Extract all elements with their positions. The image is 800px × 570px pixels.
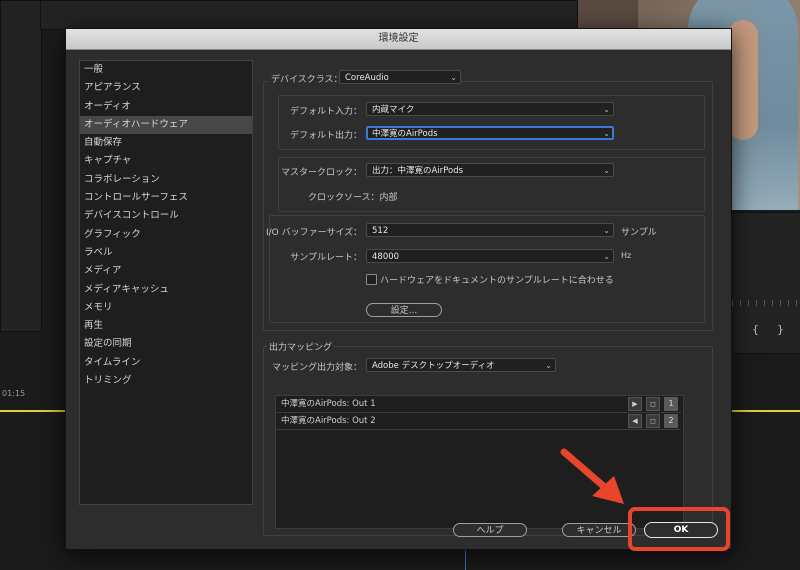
device-class-label: デバイスクラス：: [269, 72, 345, 85]
sidebar-item[interactable]: トリミング: [80, 372, 252, 390]
sidebar-item[interactable]: メディア: [80, 262, 252, 280]
buffer-unit-label: サンプル: [621, 228, 657, 238]
device-settings-button[interactable]: 設定...: [366, 303, 442, 317]
match-sample-rate-checkbox[interactable]: [366, 274, 377, 285]
mapping-row[interactable]: 中澤寛のAirPods: Out 1 ▶ ◻ 1: [276, 396, 681, 413]
sidebar-item[interactable]: デバイスコントロール: [80, 207, 252, 225]
mapping-row[interactable]: 中澤寛のAirPods: Out 2 ◀ ◻ 2: [276, 413, 681, 430]
sidebar-item[interactable]: ラベル: [80, 244, 252, 262]
sidebar-item[interactable]: メディアキャッシュ: [80, 281, 252, 299]
timeline-track-line: [0, 410, 68, 412]
sidebar-item[interactable]: 再生: [80, 317, 252, 335]
channel-number: 2: [664, 414, 678, 428]
sidebar-item[interactable]: オーディオハードウェア: [80, 115, 252, 135]
chevron-down-icon: ⌄: [603, 129, 610, 138]
default-input-label: デフォルト入力：: [289, 107, 362, 117]
chevron-down-icon: ⌄: [603, 105, 610, 114]
sample-rate-dropdown[interactable]: 48000 ⌄: [366, 249, 614, 263]
output-mapping-title: 出力マッピング: [267, 340, 335, 353]
device-class-dropdown[interactable]: CoreAudio ⌄: [339, 70, 461, 84]
chevron-down-icon: ⌄: [603, 226, 610, 235]
sidebar-item[interactable]: アピアランス: [80, 79, 252, 97]
help-button[interactable]: ヘルプ: [453, 523, 527, 537]
mapping-target-label: マッピング出力対象：: [271, 363, 362, 373]
master-clock-label: マスタークロック：: [280, 168, 362, 178]
sidebar-item[interactable]: メモリ: [80, 299, 252, 317]
channel-number: 1: [664, 397, 678, 411]
speaker-icon[interactable]: ◀: [628, 414, 642, 428]
default-output-dropdown[interactable]: 中澤寛のAirPods ⌄: [366, 126, 614, 140]
dialog-title: 環境設定: [66, 29, 731, 50]
bg-top-panel: [40, 0, 578, 30]
preferences-dialog: 環境設定 一般 アピアランス オーディオ オーディオハードウェア 自動保存 キャプチャ コラ…: [65, 28, 732, 550]
master-clock-dropdown[interactable]: 出力：中澤寛のAirPods ⌄: [366, 163, 614, 177]
default-output-label: デフォルト出力：: [289, 131, 362, 141]
sidebar-item[interactable]: オーディオ: [80, 98, 252, 116]
mark-out-icon[interactable]: }: [777, 323, 784, 336]
timeline-track-line-right: [730, 410, 800, 412]
channel-square-icon[interactable]: ◻: [646, 414, 660, 428]
sidebar-item[interactable]: グラフィック: [80, 226, 252, 244]
ok-button-highlight: [628, 507, 730, 551]
sidebar-item[interactable]: タイムライン: [80, 354, 252, 372]
sample-rate-unit-label: Hz: [621, 251, 632, 260]
timeline-ruler: [732, 300, 800, 306]
preferences-sidebar: 一般 アピアランス オーディオ オーディオハードウェア 自動保存 キャプチャ コラボレーショ…: [79, 60, 253, 505]
sidebar-item[interactable]: 設定の同期: [80, 335, 252, 353]
sidebar-item[interactable]: 一般: [80, 61, 252, 79]
playhead[interactable]: [465, 548, 466, 570]
cancel-button[interactable]: キャンセル: [562, 523, 636, 537]
bg-right-panel: [731, 212, 800, 354]
clock-source-label: クロックソース：内部: [308, 193, 398, 203]
chevron-down-icon: ⌄: [450, 73, 457, 82]
chevron-down-icon: ⌄: [603, 166, 610, 175]
channel-square-icon[interactable]: ◻: [646, 397, 660, 411]
chevron-down-icon: ⌄: [545, 361, 552, 370]
sidebar-item[interactable]: キャプチャ: [80, 152, 252, 170]
mapping-target-dropdown[interactable]: Adobe デスクトップオーディオ ⌄: [366, 358, 556, 372]
play-speaker-icon[interactable]: ▶: [628, 397, 642, 411]
buffer-size-label: I/O バッファーサイズ：: [266, 228, 363, 238]
chevron-down-icon: ⌄: [603, 252, 610, 261]
sample-rate-label: サンプルレート：: [290, 253, 362, 263]
sidebar-item[interactable]: コントロールサーフェス: [80, 189, 252, 207]
sidebar-item[interactable]: 自動保存: [80, 134, 252, 152]
sidebar-item[interactable]: コラボレーション: [80, 171, 252, 189]
buffer-size-dropdown[interactable]: 512 ⌄: [366, 223, 614, 237]
mark-in-icon[interactable]: {: [752, 323, 759, 336]
default-input-dropdown[interactable]: 内蔵マイク ⌄: [366, 102, 614, 116]
timeline-timecode: 01:15: [2, 389, 26, 398]
annotation-arrow-icon: [560, 448, 624, 504]
match-sample-rate-label: ハードウェアをドキュメントのサンプルレートに合わせる: [380, 276, 614, 286]
bg-left-panel: [0, 0, 42, 332]
